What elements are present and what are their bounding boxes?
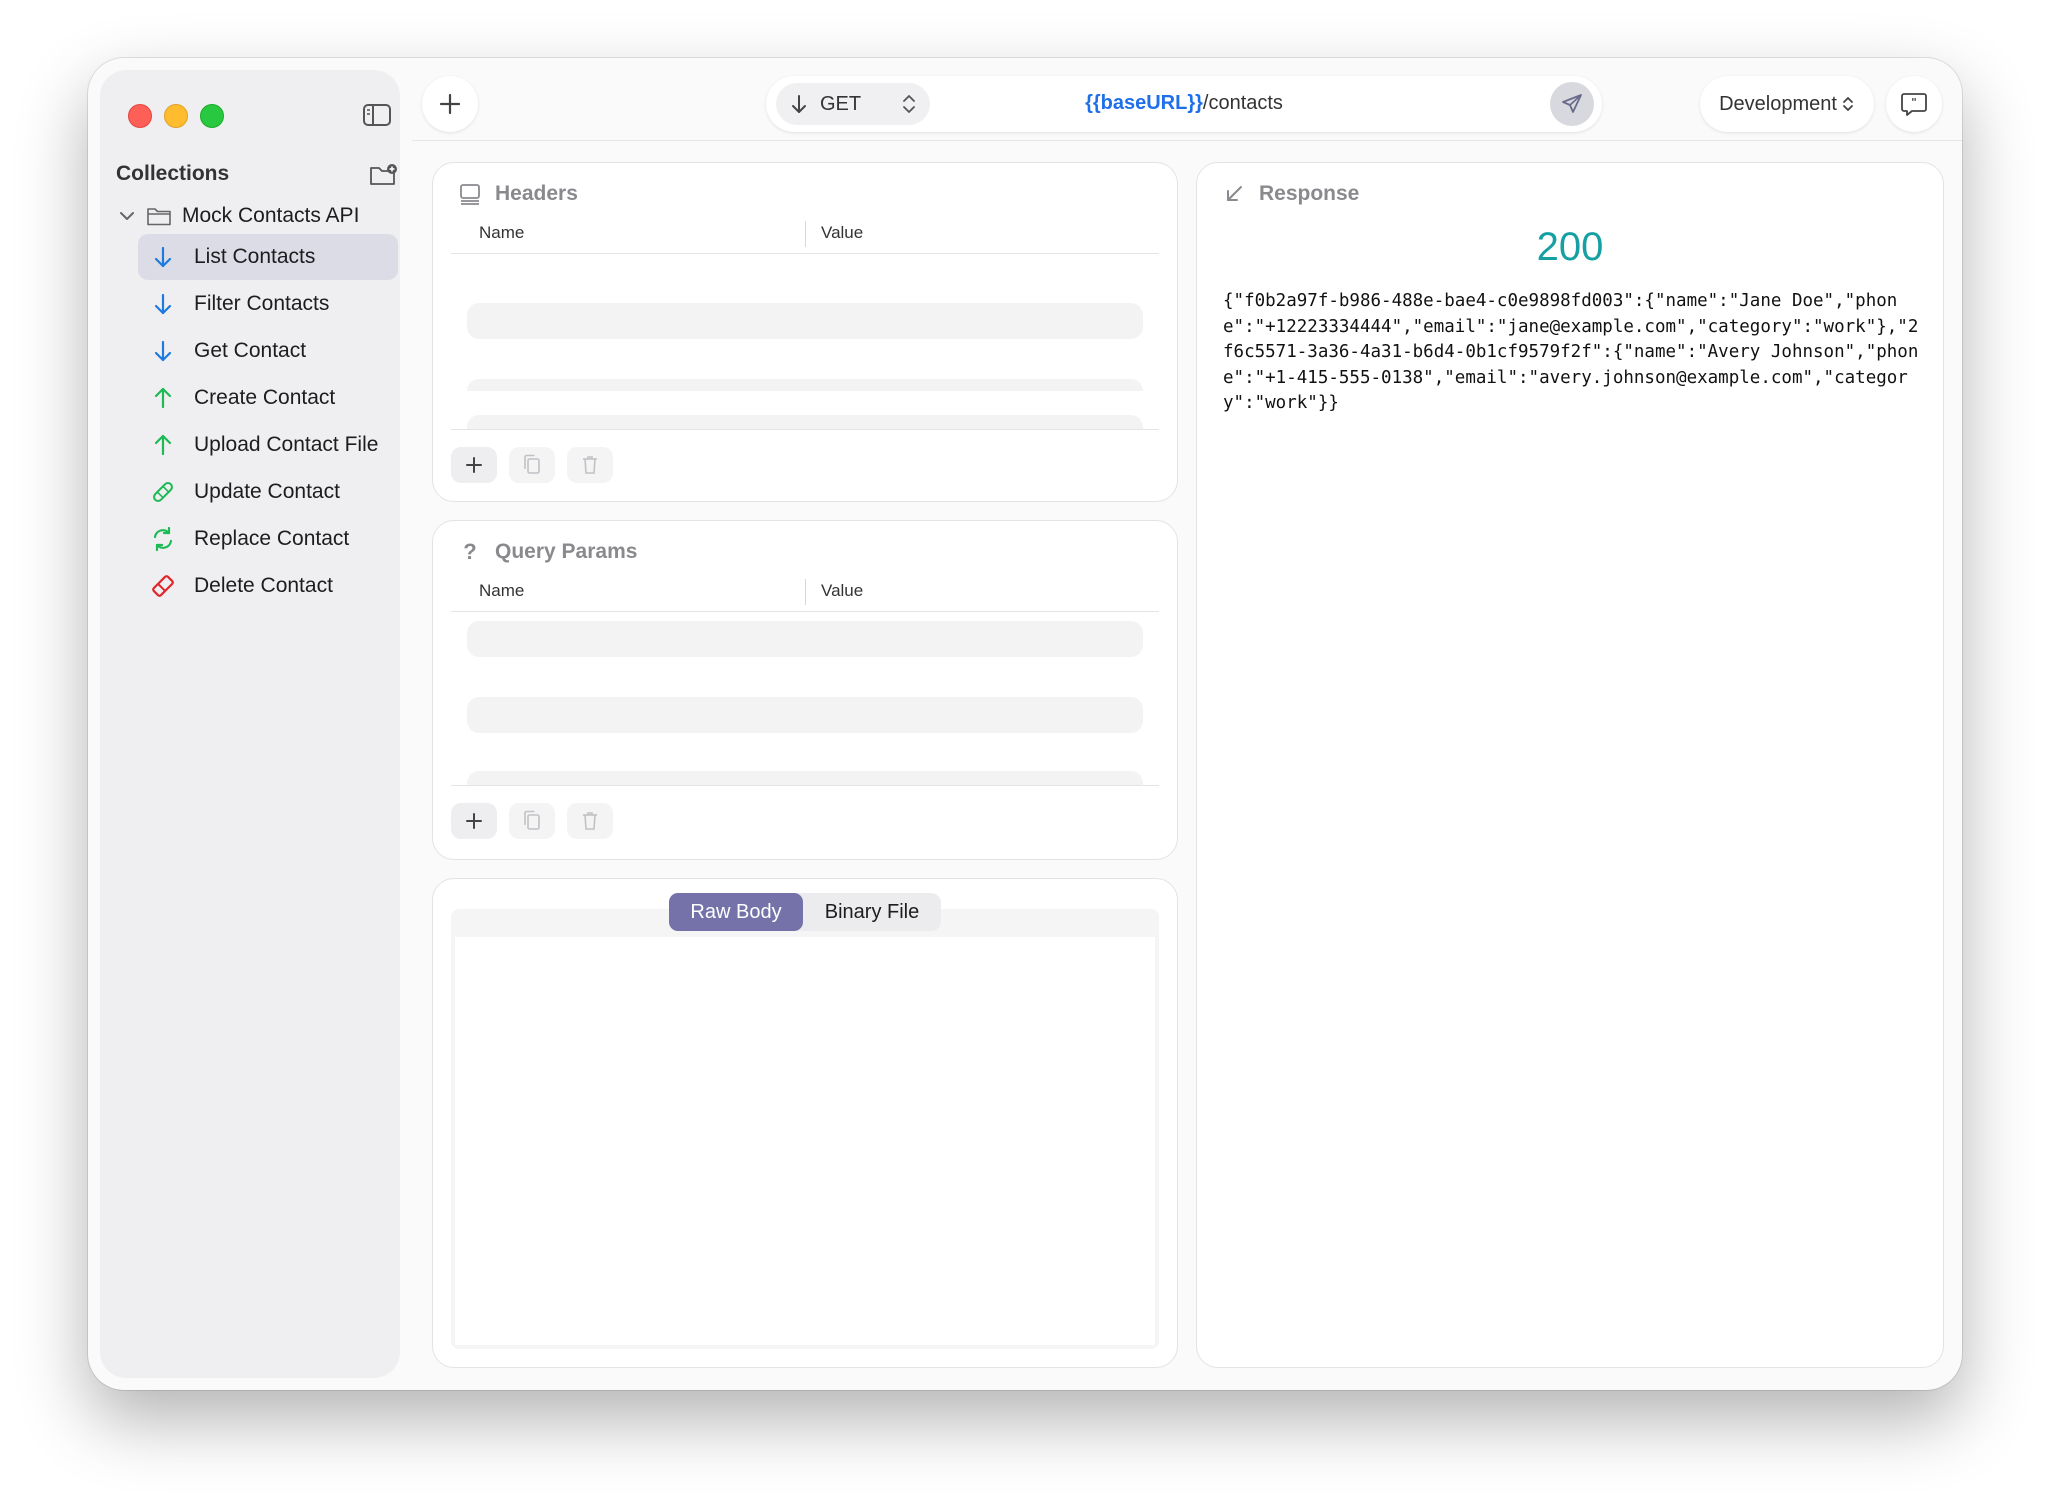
new-folder-icon[interactable] bbox=[368, 160, 398, 190]
sidebar-item-label: Delete Contact bbox=[194, 574, 333, 597]
refresh-icon bbox=[153, 526, 173, 552]
sidebar-toggle-icon[interactable] bbox=[362, 100, 392, 130]
arrow-down-icon bbox=[154, 246, 172, 268]
headers-title: Headers bbox=[495, 182, 578, 205]
collection-folder[interactable]: Mock Contacts API bbox=[116, 198, 396, 234]
column-separator[interactable] bbox=[805, 579, 806, 605]
sidebar-item-label: Update Contact bbox=[194, 480, 340, 503]
add-header-button[interactable] bbox=[451, 447, 497, 483]
zoom-window-button[interactable] bbox=[200, 104, 224, 128]
collections-title: Collections bbox=[116, 162, 230, 185]
arrow-down-left-icon bbox=[1221, 181, 1247, 207]
minimize-window-button[interactable] bbox=[164, 104, 188, 128]
copy-icon bbox=[524, 810, 540, 830]
updown-chevron-icon bbox=[1843, 97, 1853, 111]
headers-col-name: Name bbox=[479, 223, 525, 242]
headers-icon bbox=[457, 181, 483, 207]
body-area bbox=[451, 909, 1159, 1349]
query-params-col-name: Name bbox=[479, 581, 525, 600]
tab-raw-body[interactable]: Raw Body bbox=[669, 893, 803, 931]
environment-label: Development bbox=[1719, 92, 1837, 115]
column-separator[interactable] bbox=[805, 221, 806, 247]
toolbar-divider bbox=[412, 140, 1962, 141]
body-editor[interactable] bbox=[455, 937, 1155, 1345]
headers-panel: Headers Name Value bbox=[432, 162, 1178, 502]
plus-icon bbox=[466, 457, 482, 473]
table-row bbox=[467, 771, 1143, 785]
svg-text:": " bbox=[1911, 96, 1917, 109]
bandage-icon bbox=[153, 482, 173, 502]
add-param-button[interactable] bbox=[451, 803, 497, 839]
feedback-button[interactable]: " bbox=[1886, 76, 1942, 132]
body-panel: Raw Body Binary File bbox=[432, 878, 1178, 1368]
sidebar: Collections Mock Contacts API List Conta… bbox=[100, 70, 400, 1378]
sidebar-item-replace-contact[interactable]: Replace Contact bbox=[138, 516, 398, 562]
chevron-down-icon[interactable] bbox=[116, 205, 138, 227]
new-request-button[interactable] bbox=[422, 76, 478, 132]
arrow-down-icon bbox=[154, 293, 172, 315]
sidebar-item-label: Replace Contact bbox=[194, 527, 350, 550]
url-variable: {{baseURL}} bbox=[1085, 92, 1203, 114]
question-mark-icon: ? bbox=[463, 539, 477, 564]
close-window-button[interactable] bbox=[128, 104, 152, 128]
sidebar-item-filter-contacts[interactable]: Filter Contacts bbox=[138, 281, 398, 327]
table-row bbox=[467, 621, 1143, 657]
tab-binary-file[interactable]: Binary File bbox=[803, 893, 941, 931]
sidebar-item-update-contact[interactable]: Update Contact bbox=[138, 469, 398, 515]
header-divider bbox=[451, 611, 1159, 612]
sidebar-item-upload-contact-file[interactable]: Upload Contact File bbox=[138, 422, 398, 468]
sidebar-item-get-contact[interactable]: Get Contact bbox=[138, 328, 398, 374]
folder-icon bbox=[147, 208, 171, 226]
sidebar-item-create-contact[interactable]: Create Contact bbox=[138, 375, 398, 421]
query-params-panel: ? Query Params Name Value bbox=[432, 520, 1178, 860]
copy-icon bbox=[524, 454, 540, 474]
header-divider bbox=[451, 253, 1159, 254]
plus-icon bbox=[466, 813, 482, 829]
table-row bbox=[467, 415, 1143, 429]
speech-bubble-icon: " bbox=[1901, 93, 1927, 116]
url-path: /contacts bbox=[1202, 92, 1283, 114]
headers-col-value: Value bbox=[821, 223, 864, 242]
arrow-up-icon bbox=[154, 387, 172, 409]
sidebar-item-list-contacts[interactable]: List Contacts bbox=[138, 234, 398, 280]
response-panel: Response 200 {"f0b2a97f-b986-488e-bae4-c… bbox=[1196, 162, 1944, 1368]
body-type-segmented-control: Raw Body Binary File bbox=[669, 893, 941, 931]
sidebar-item-label: Create Contact bbox=[194, 386, 336, 409]
url-input[interactable]: {{baseURL}}/contacts bbox=[766, 92, 1602, 115]
query-params-title: Query Params bbox=[495, 540, 638, 563]
url-bar: GET {{baseURL}}/contacts bbox=[766, 76, 1602, 132]
table-row bbox=[467, 379, 1143, 391]
table-row bbox=[467, 697, 1143, 733]
environment-select[interactable]: Development bbox=[1700, 76, 1874, 132]
plus-icon bbox=[439, 93, 461, 115]
duplicate-param-button[interactable] bbox=[509, 803, 555, 839]
trash-icon bbox=[583, 456, 597, 474]
sidebar-item-label: Get Contact bbox=[194, 339, 307, 362]
list-divider bbox=[451, 429, 1159, 430]
sidebar-item-label: List Contacts bbox=[194, 245, 316, 268]
delete-param-button[interactable] bbox=[567, 803, 613, 839]
trash-icon bbox=[583, 812, 597, 830]
arrow-up-icon bbox=[154, 434, 172, 456]
response-body[interactable]: {"f0b2a97f-b986-488e-bae4-c0e9898fd003":… bbox=[1223, 289, 1923, 417]
table-row bbox=[467, 303, 1143, 339]
eraser-icon bbox=[152, 575, 174, 597]
sidebar-item-delete-contact[interactable]: Delete Contact bbox=[138, 563, 398, 609]
arrow-down-icon bbox=[154, 340, 172, 362]
query-params-col-value: Value bbox=[821, 581, 864, 600]
sidebar-item-label: Upload Contact File bbox=[194, 433, 379, 456]
delete-header-button[interactable] bbox=[567, 447, 613, 483]
list-divider bbox=[451, 785, 1159, 786]
response-title: Response bbox=[1259, 182, 1360, 205]
paper-plane-icon bbox=[1562, 94, 1582, 113]
sidebar-item-label: Filter Contacts bbox=[194, 292, 330, 315]
collection-name: Mock Contacts API bbox=[182, 204, 360, 227]
duplicate-header-button[interactable] bbox=[509, 447, 555, 483]
send-button[interactable] bbox=[1550, 82, 1594, 126]
status-code: 200 bbox=[1536, 225, 1604, 269]
app-window: Collections Mock Contacts API List Conta… bbox=[88, 58, 1962, 1390]
